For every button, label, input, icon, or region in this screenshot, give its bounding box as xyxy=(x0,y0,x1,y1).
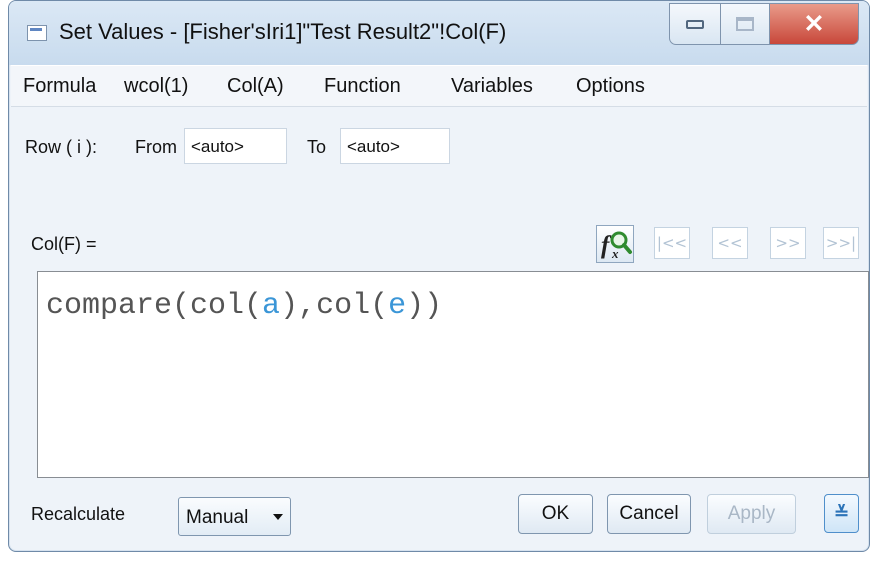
from-label: From xyxy=(135,137,177,157)
function-search-button[interactable]: f x xyxy=(596,225,634,263)
last-column-button[interactable]: >>| xyxy=(823,227,859,259)
double-chevron-down-icon: ≚ xyxy=(833,503,850,523)
column-label: Col(F) = xyxy=(31,234,97,254)
close-icon: ✕ xyxy=(803,9,825,38)
recalculate-dropdown[interactable]: Manual xyxy=(178,497,291,536)
caption-buttons: ✕ xyxy=(669,3,859,47)
menu-wcol[interactable]: wcol(1) xyxy=(124,75,188,98)
to-input[interactable]: <auto> xyxy=(340,128,450,164)
from-input[interactable]: <auto> xyxy=(184,128,287,164)
recalculate-value: Manual xyxy=(186,507,249,528)
cancel-button[interactable]: Cancel xyxy=(607,494,691,534)
formula-close: )) xyxy=(406,289,443,323)
expand-dialog-button[interactable]: ≚ xyxy=(824,494,859,533)
ok-button[interactable]: OK xyxy=(518,494,593,534)
row-label: Row ( i ): xyxy=(25,137,97,157)
svg-text:f: f xyxy=(601,232,612,259)
to-label: To xyxy=(307,137,327,157)
menu-options[interactable]: Options xyxy=(576,75,645,98)
minimize-icon xyxy=(686,19,704,29)
menu-bar: Formula wcol(1) Col(A) Function Variable… xyxy=(11,65,867,107)
first-column-button[interactable]: |<< xyxy=(654,227,690,259)
formula-argument-a: a xyxy=(262,289,281,323)
menu-col-a[interactable]: Col(A) xyxy=(227,75,284,98)
chevron-down-icon xyxy=(273,514,283,520)
recalculate-label: Recalculate xyxy=(31,504,126,524)
formula-function: compare(col( xyxy=(46,289,263,323)
close-button[interactable]: ✕ xyxy=(769,3,859,45)
title-bar[interactable]: Set Values - [Fisher'sIri1]"Test Result2… xyxy=(9,1,869,65)
minimize-button[interactable] xyxy=(669,3,721,45)
apply-button[interactable]: Apply xyxy=(707,494,796,534)
menu-variables[interactable]: Variables xyxy=(451,75,533,98)
function-search-icon: f x xyxy=(601,231,632,261)
formula-text: compare(col(a),col(e)) xyxy=(46,289,442,323)
formula-separator: ),col( xyxy=(280,289,389,323)
app-icon xyxy=(27,25,47,41)
previous-column-button[interactable]: << xyxy=(712,227,748,259)
maximize-icon xyxy=(736,17,754,31)
next-column-button[interactable]: >> xyxy=(770,227,806,259)
menu-function[interactable]: Function xyxy=(324,75,401,98)
set-values-dialog: Set Values - [Fisher'sIri1]"Test Result2… xyxy=(8,0,870,552)
maximize-button[interactable] xyxy=(720,3,770,45)
window-title: Set Values - [Fisher'sIri1]"Test Result2… xyxy=(59,19,507,44)
formula-editor[interactable]: compare(col(a),col(e)) xyxy=(37,271,869,478)
formula-argument-e: e xyxy=(388,289,407,323)
menu-formula[interactable]: Formula xyxy=(23,75,96,98)
